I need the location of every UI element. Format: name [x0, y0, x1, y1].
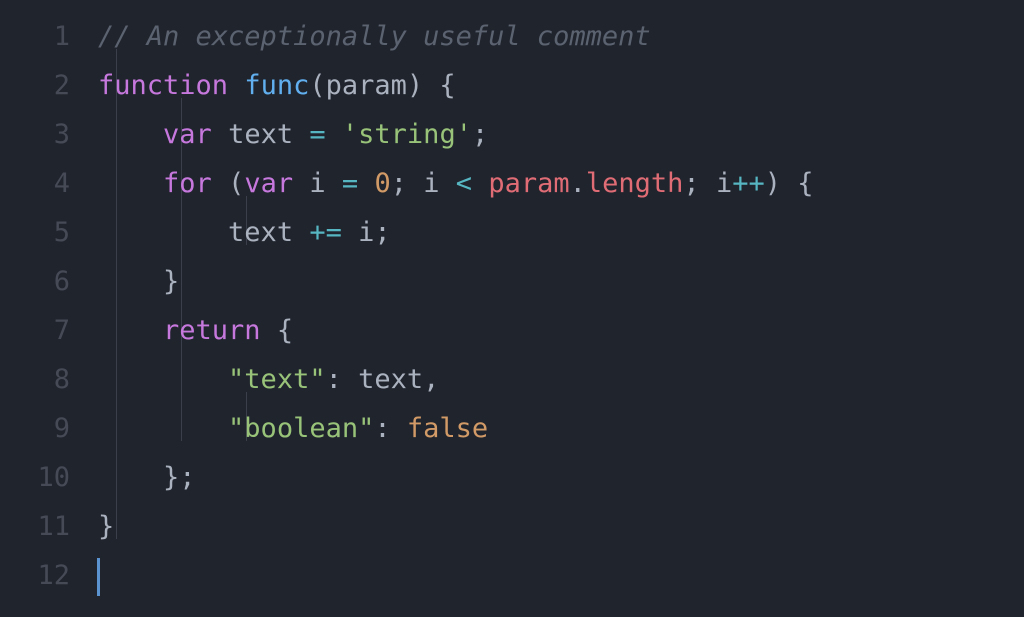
operator-token: += — [309, 217, 342, 248]
text-cursor — [97, 558, 100, 596]
code-line[interactable]: for (var i = 0; i < param.length; i++) { — [98, 159, 1024, 208]
paren-close: ) — [407, 70, 423, 101]
colon: : — [374, 413, 390, 444]
colon: : — [326, 364, 342, 395]
key-token: "boolean" — [228, 413, 374, 444]
key-token: "text" — [228, 364, 326, 395]
identifier-token: text — [228, 119, 293, 150]
keyword-token: return — [163, 315, 261, 346]
line-number: 3 — [0, 110, 70, 159]
line-number: 12 — [0, 551, 70, 600]
identifier-token: i — [358, 217, 374, 248]
identifier-token: i — [423, 168, 439, 199]
code-line[interactable]: } — [98, 257, 1024, 306]
number-token: 0 — [374, 168, 390, 199]
paren-open: ( — [309, 70, 325, 101]
keyword-token: var — [163, 119, 212, 150]
operator-token: = — [342, 168, 358, 199]
brace-open: { — [797, 168, 813, 199]
code-line[interactable]: }; — [98, 453, 1024, 502]
operator-token: < — [456, 168, 472, 199]
operator-token: ++ — [732, 168, 765, 199]
code-line[interactable]: function func(param) { — [98, 61, 1024, 110]
dot: . — [570, 168, 586, 199]
semicolon: ; — [472, 119, 488, 150]
brace-open: { — [277, 315, 293, 346]
comma: , — [423, 364, 439, 395]
identifier-token: param — [488, 168, 569, 199]
identifier-token: text — [358, 364, 423, 395]
identifier-token: text — [228, 217, 293, 248]
line-number: 7 — [0, 306, 70, 355]
param-token: param — [326, 70, 407, 101]
string-token: 'string' — [342, 119, 472, 150]
semicolon: ; — [683, 168, 699, 199]
line-number: 2 — [0, 61, 70, 110]
line-number: 9 — [0, 404, 70, 453]
line-number: 11 — [0, 502, 70, 551]
property-token: length — [586, 168, 684, 199]
code-line[interactable]: "text": text, — [98, 355, 1024, 404]
keyword-token: var — [244, 168, 293, 199]
line-number: 8 — [0, 355, 70, 404]
code-editor[interactable]: 1 2 3 4 5 6 7 8 9 10 11 12 // An excepti… — [0, 0, 1024, 617]
line-number: 6 — [0, 257, 70, 306]
function-name-token: func — [244, 70, 309, 101]
brace-close: } — [98, 511, 114, 542]
semicolon: ; — [374, 217, 390, 248]
brace-open: { — [439, 70, 455, 101]
semicolon: ; — [179, 462, 195, 493]
line-number: 5 — [0, 208, 70, 257]
operator-token: = — [309, 119, 325, 150]
paren-close: ) — [765, 168, 781, 199]
semicolon: ; — [391, 168, 407, 199]
line-number-gutter: 1 2 3 4 5 6 7 8 9 10 11 12 — [0, 0, 90, 617]
keyword-token: function — [98, 70, 228, 101]
code-line[interactable]: "boolean": false — [98, 404, 1024, 453]
line-number: 1 — [0, 12, 70, 61]
line-number: 10 — [0, 453, 70, 502]
identifier-token: i — [309, 168, 325, 199]
code-line[interactable]: } — [98, 502, 1024, 551]
identifier-token: i — [716, 168, 732, 199]
boolean-token: false — [407, 413, 488, 444]
line-number: 4 — [0, 159, 70, 208]
code-line[interactable]: var text = 'string'; — [98, 110, 1024, 159]
code-line[interactable]: // An exceptionally useful comment — [98, 12, 1024, 61]
paren-open: ( — [228, 168, 244, 199]
code-line[interactable]: return { — [98, 306, 1024, 355]
keyword-token: for — [163, 168, 212, 199]
code-area[interactable]: // An exceptionally useful comment funct… — [90, 0, 1024, 617]
comment-token: // An exceptionally useful comment — [98, 21, 651, 52]
code-line[interactable] — [98, 551, 1024, 600]
brace-close: } — [163, 462, 179, 493]
code-line[interactable]: text += i; — [98, 208, 1024, 257]
brace-close: } — [163, 266, 179, 297]
